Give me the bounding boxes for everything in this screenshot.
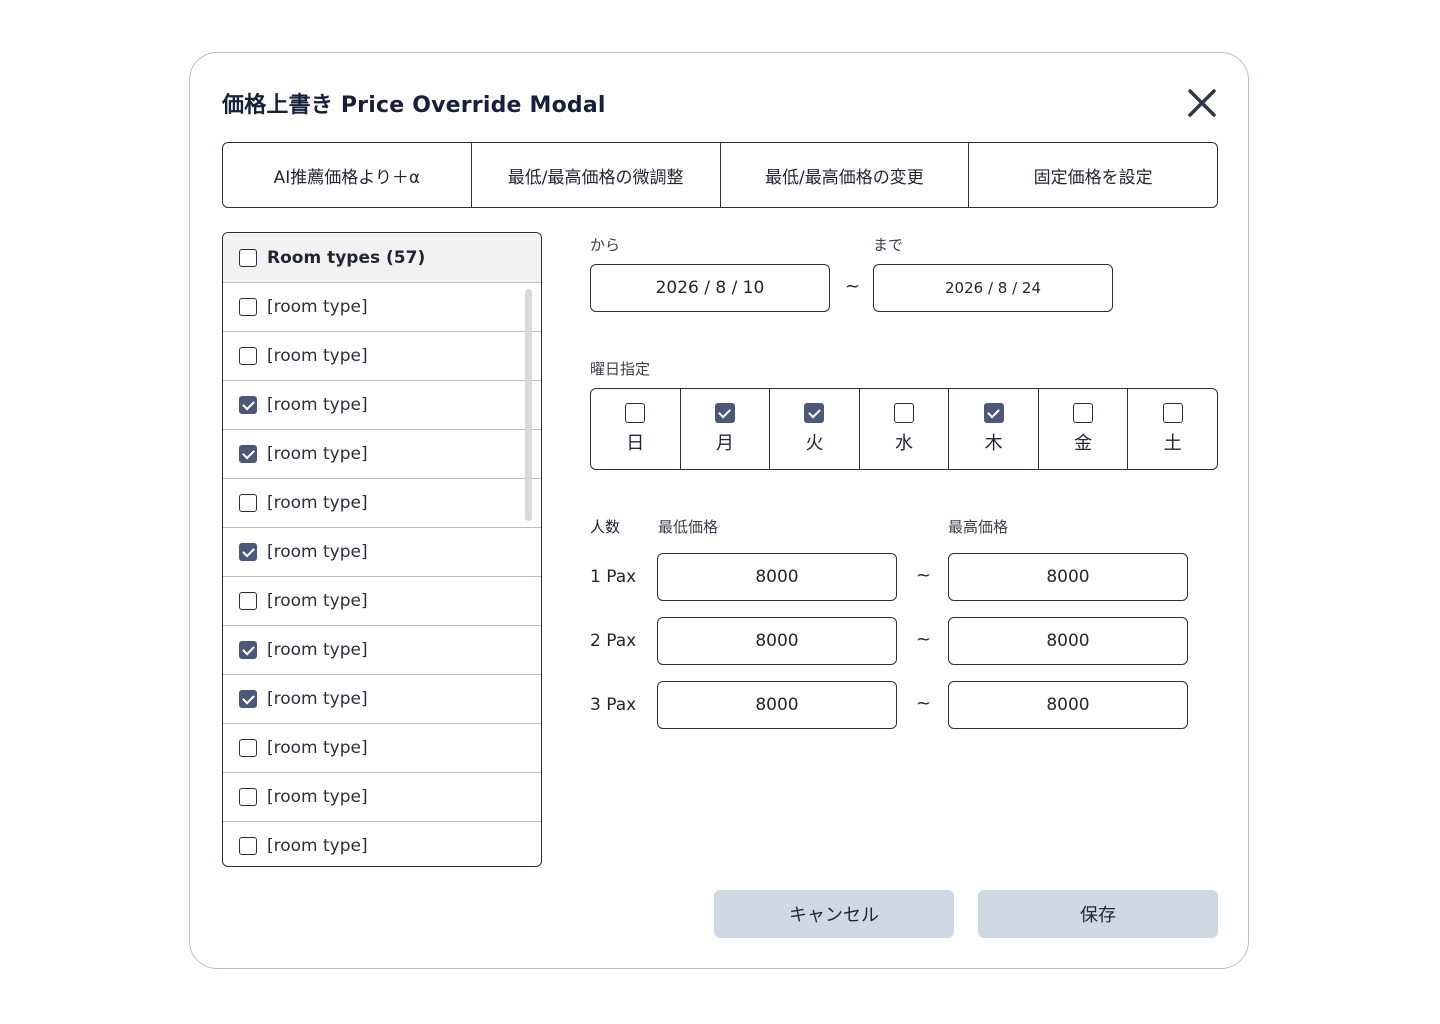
room-checkbox[interactable] [239,592,257,610]
close-icon[interactable] [1184,85,1220,121]
date-range-separator: ~ [845,276,861,297]
room-row[interactable]: [room type] [223,675,541,724]
weekday-name: 金 [1074,433,1093,454]
max-price-input[interactable]: 8000 [948,681,1188,729]
weekday-sun[interactable]: 日 [591,389,681,469]
weekday-tue[interactable]: 火 [770,389,860,469]
room-checkbox[interactable] [239,494,257,512]
select-all-checkbox[interactable] [239,248,257,267]
room-checkbox[interactable] [239,543,257,561]
price-separator: ~ [916,629,932,650]
room-label: [room type] [267,836,368,856]
pax-label: 2 Pax [590,631,637,651]
tab-ai-plus-alpha[interactable]: AI推薦価格より＋α [223,143,472,207]
room-checkbox[interactable] [239,445,257,463]
weekday-label: 曜日指定 [590,360,651,378]
room-row[interactable]: [room type] [223,626,541,675]
price-override-modal: 価格上書き Price Override Modal AI推薦価格より＋α 最低… [189,52,1249,969]
room-types-header-label: Room types (57) [267,247,426,268]
max-price-header: 最高価格 [948,518,1009,536]
room-label: [room type] [267,542,368,562]
weekday-name: 日 [626,433,645,454]
weekday-name: 水 [895,433,914,454]
room-row[interactable]: [room type] [223,283,541,332]
pax-header: 人数 [590,518,621,536]
room-label: [room type] [267,787,368,807]
room-checkbox[interactable] [239,641,257,659]
price-separator: ~ [916,693,932,714]
tab-fixed-price[interactable]: 固定価格を設定 [969,143,1217,207]
modal-title: 価格上書き Price Override Modal [222,93,606,118]
from-label: から [590,236,621,254]
room-label: [room type] [267,297,368,317]
room-checkbox[interactable] [239,347,257,365]
room-row[interactable]: [room type] [223,430,541,479]
min-price-input[interactable]: 8000 [657,617,897,665]
pax-label: 1 Pax [590,567,637,587]
min-price-input[interactable]: 8000 [657,681,897,729]
weekday-checkbox[interactable] [714,403,735,423]
room-label: [room type] [267,493,368,513]
room-row[interactable]: [room type] [223,479,541,528]
room-label: [room type] [267,689,368,709]
weekday-fri[interactable]: 金 [1039,389,1129,469]
room-label: [room type] [267,346,368,366]
room-label: [room type] [267,444,368,464]
weekday-checkbox[interactable] [1073,403,1094,423]
min-price-header: 最低価格 [658,518,719,536]
room-row[interactable]: [room type] [223,528,541,577]
price-separator: ~ [916,565,932,586]
weekday-checkbox[interactable] [804,403,825,423]
room-list-scrollbar[interactable] [525,289,532,521]
weekday-checkbox[interactable] [983,403,1004,423]
close-button[interactable] [1184,85,1220,121]
save-button[interactable]: 保存 [978,890,1218,938]
tab-min-max-change[interactable]: 最低/最高価格の変更 [721,143,970,207]
min-price-input[interactable]: 8000 [657,553,897,601]
room-checkbox[interactable] [239,788,257,806]
room-checkbox[interactable] [239,739,257,757]
room-checkbox[interactable] [239,396,257,414]
weekday-selector: 日 月 火 水 木 金 土 [590,388,1218,470]
weekday-wed[interactable]: 水 [860,389,950,469]
room-label: [room type] [267,395,368,415]
weekday-name: 土 [1163,433,1182,454]
room-row[interactable]: [room type] [223,332,541,381]
weekday-checkbox[interactable] [1162,403,1183,423]
cancel-button[interactable]: キャンセル [714,890,954,938]
weekday-name: 木 [984,433,1003,454]
room-label: [room type] [267,591,368,611]
max-price-input[interactable]: 8000 [948,553,1188,601]
room-row[interactable]: [room type] [223,822,541,866]
room-row[interactable]: [room type] [223,773,541,822]
room-row[interactable]: [room type] [223,724,541,773]
room-label: [room type] [267,738,368,758]
room-row[interactable]: [room type] [223,381,541,430]
weekday-thu[interactable]: 木 [949,389,1039,469]
from-date-input[interactable]: 2026 / 8 / 10 [590,264,830,312]
weekday-name: 月 [715,433,734,454]
room-types-header[interactable]: Room types (57) [223,233,541,283]
to-date-input[interactable]: 2026 / 8 / 24 [873,264,1113,312]
room-checkbox[interactable] [239,837,257,855]
to-label: まで [873,236,904,254]
room-type-list: Room types (57) [room type] [room type] … [222,232,542,867]
max-price-input[interactable]: 8000 [948,617,1188,665]
room-row[interactable]: [room type] [223,577,541,626]
weekday-sat[interactable]: 土 [1128,389,1217,469]
weekday-checkbox[interactable] [625,403,646,423]
room-label: [room type] [267,640,368,660]
mode-tabs: AI推薦価格より＋α 最低/最高価格の微調整 最低/最高価格の変更 固定価格を設… [222,142,1218,208]
room-checkbox[interactable] [239,690,257,708]
pax-label: 3 Pax [590,695,637,715]
weekday-name: 火 [805,433,824,454]
weekday-checkbox[interactable] [894,403,915,423]
weekday-mon[interactable]: 月 [681,389,771,469]
tab-min-max-fine-tune[interactable]: 最低/最高価格の微調整 [472,143,721,207]
room-rows: [room type] [room type] [room type] [roo… [223,283,541,866]
room-checkbox[interactable] [239,298,257,316]
